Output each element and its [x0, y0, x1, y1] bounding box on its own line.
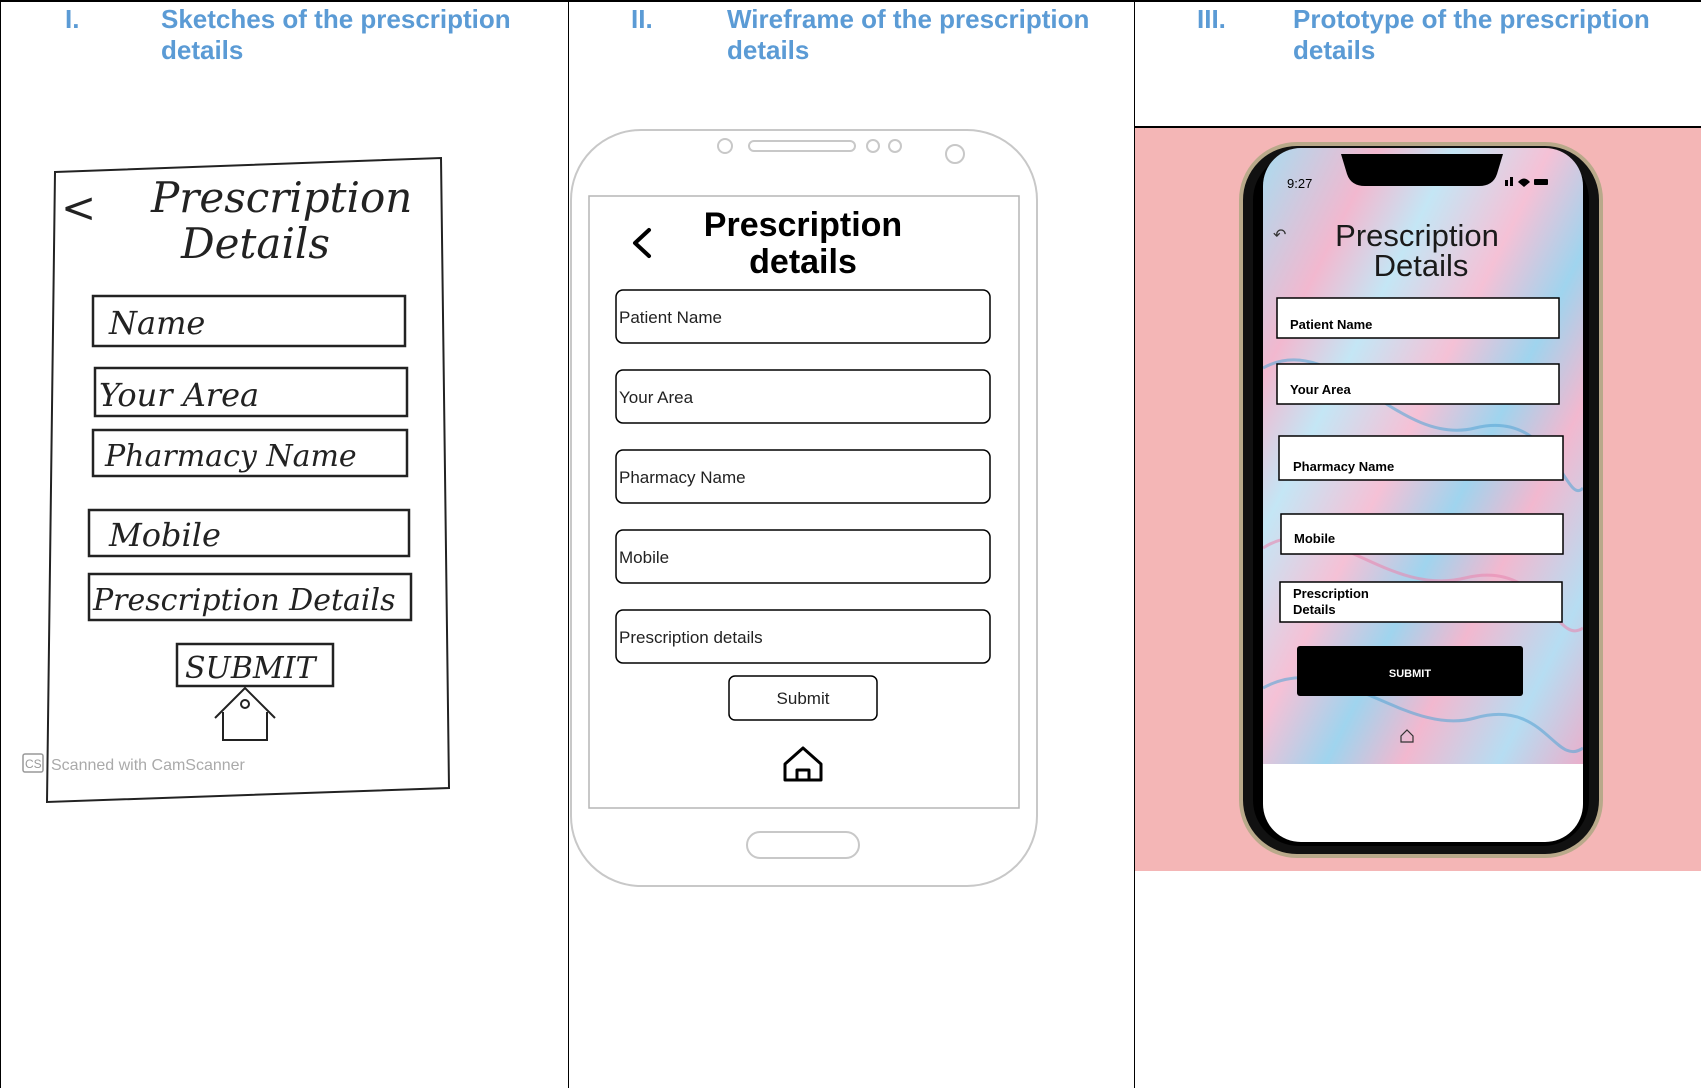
wireframe-field-label: Prescription details: [619, 628, 763, 647]
sketch-field-label: Prescription Details: [92, 583, 396, 618]
camscanner-badge-label: CS: [25, 757, 42, 771]
wireframe-field-label: Patient Name: [619, 308, 722, 327]
prototype-back-icon[interactable]: ↶: [1273, 227, 1286, 244]
wireframe-drawing: Prescription details Patient Name Your A…: [570, 129, 1038, 887]
column-numeral: III.: [1197, 4, 1226, 34]
column-heading: Sketches of the prescription details: [161, 4, 511, 65]
wireframe-field-label: Mobile: [619, 548, 669, 567]
prototype-field-label: Pharmacy Name: [1293, 459, 1394, 474]
wireframe-field-label: Pharmacy Name: [619, 468, 746, 487]
column-wireframe: II. Wireframe of the prescription detail…: [568, 0, 1134, 1088]
sketch-field-label: Pharmacy Name: [104, 439, 357, 474]
sketch-home-icon: [214, 686, 276, 741]
prototype-bottom-bar: [1263, 764, 1583, 842]
sketch-field-label: Mobile: [108, 516, 221, 554]
column-heading: Wireframe of the prescription details: [727, 4, 1090, 65]
prototype-field-label: Details: [1293, 602, 1336, 617]
prototype-field-label: Patient Name: [1290, 317, 1372, 332]
prototype-submit-label: SUBMIT: [1389, 668, 1431, 680]
wireframe-title-line2: details: [749, 243, 857, 281]
column-numeral: II.: [631, 4, 653, 34]
prototype-drawing: 9:27 ↶ Prescription Details Patient Name…: [1135, 128, 1701, 871]
column-prototype: III. Prototype of the prescription detai…: [1134, 0, 1701, 1088]
prototype-title-line2: Details: [1374, 248, 1469, 283]
column-numeral: I.: [65, 4, 80, 34]
wireframe-title-line1: Prescription: [704, 206, 902, 244]
wireframe-submit-label: Submit: [777, 689, 830, 708]
prototype-field-label: Your Area: [1290, 382, 1351, 397]
wireframe-field-label: Your Area: [619, 388, 694, 407]
camscanner-watermark: Scanned with CamScanner: [51, 757, 246, 774]
sketch-submit-label: SUBMIT: [185, 651, 317, 686]
sketch-field-label: Your Area: [99, 376, 259, 414]
sketch-field-label: Name: [108, 304, 205, 342]
sketch-title-line2: Details: [180, 219, 330, 268]
sketch-back-icon: <: [61, 183, 96, 232]
wireframe-field[interactable]: [615, 529, 991, 584]
prototype-notch: [1341, 154, 1503, 186]
prototype-field-label: Prescription: [1293, 586, 1369, 601]
column-sketch: I. Sketches of the prescription details …: [0, 0, 568, 1088]
sketch-title-line1: Prescription: [150, 173, 412, 222]
column-heading: Prototype of the prescription details: [1293, 4, 1650, 65]
prototype-field-label: Mobile: [1294, 531, 1335, 546]
prototype-status-time: 9:27: [1287, 176, 1312, 191]
sketch-drawing: < Prescription Details Name Your Area Ph…: [22, 156, 451, 804]
